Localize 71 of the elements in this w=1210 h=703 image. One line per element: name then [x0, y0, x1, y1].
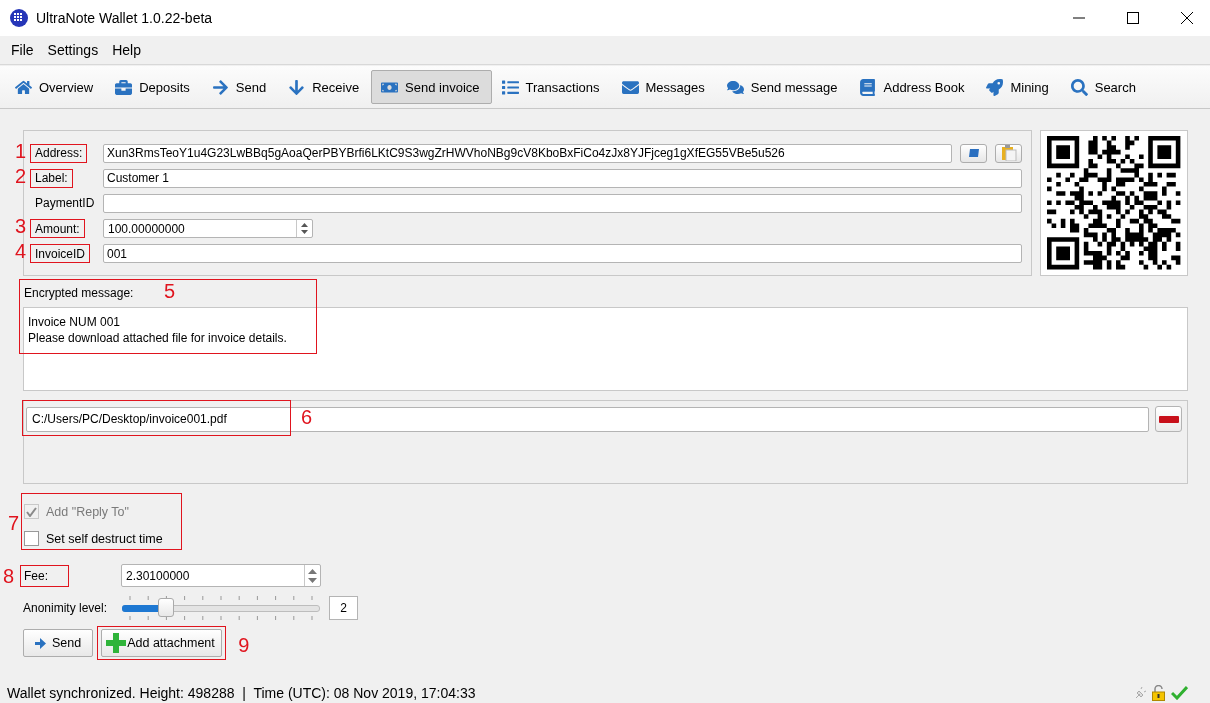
- remove-attachment-button[interactable]: [1155, 406, 1182, 432]
- toolbar-tab[interactable]: Address Book: [849, 70, 977, 104]
- fee-spinbox[interactable]: 2.30100000: [121, 564, 321, 587]
- annotation-number: 1: [15, 140, 27, 161]
- annotated-field-label: Address:: [30, 143, 88, 163]
- checkbox-label: Add "Reply To": [46, 504, 129, 519]
- annotation-number: 4: [15, 241, 27, 262]
- annotation-number: 5: [164, 281, 176, 301]
- anonymity-value: 2: [329, 596, 358, 620]
- spin-arrows-icon: [301, 223, 308, 235]
- toolbar-tab[interactable]: Send message: [716, 70, 850, 104]
- rocket-icon: [986, 78, 1004, 96]
- annotation-number: 8: [3, 565, 15, 586]
- spin-arrows-icon: [308, 568, 317, 583]
- minus-icon: [1158, 415, 1179, 423]
- annotation-number: 7: [8, 513, 20, 533]
- plus-icon: [106, 633, 127, 653]
- fee-label: Fee:: [20, 564, 69, 587]
- toolbar-tab[interactable]: Messages: [611, 70, 717, 104]
- briefcase-icon: [115, 78, 133, 96]
- annotation-number: 2: [15, 165, 27, 186]
- toolbar-tab[interactable]: Search: [1060, 70, 1148, 104]
- address-field[interactable]: Xun3RmsTeoY1u4G23LwBBq5gAoaQerPBYBrfi6LKtC9S3wgZrHWVhoNBg9cV8KboBxFiCo4zJx8YJFjceg1gXfEG55VBe5u526: [103, 143, 952, 163]
- message-field[interactable]: Invoice NUM 001 Please download attached file for invoice details.: [23, 307, 1188, 391]
- envelope-icon: [621, 78, 639, 96]
- search-icon: [1070, 78, 1088, 96]
- list-icon: [501, 78, 519, 96]
- arrow-down-icon: [288, 78, 306, 96]
- arrow-right-icon: [35, 637, 46, 649]
- annotation-number: 9: [238, 635, 250, 655]
- home-icon: [15, 78, 32, 96]
- menu-item[interactable]: File: [4, 42, 41, 58]
- annotated-field-label: InvoiceID: [30, 244, 91, 264]
- clipboard-icon: [1000, 145, 1017, 162]
- message-label: Encrypted message:: [24, 286, 134, 300]
- checkbox[interactable]: [24, 531, 39, 546]
- amount-spinbox[interactable]: 100.00000000: [103, 219, 313, 239]
- field-label: PaymentID: [34, 195, 96, 213]
- text-field[interactable]: [103, 194, 1022, 213]
- chat-bubbles-icon: [726, 78, 744, 96]
- menu-item[interactable]: Settings: [40, 42, 106, 58]
- close-icon[interactable]: [1181, 12, 1193, 24]
- paste-button[interactable]: [995, 143, 1022, 163]
- arrow-right-icon: [211, 78, 229, 96]
- toolbar-tab[interactable]: Mining: [976, 70, 1061, 104]
- toolbar-tab[interactable]: Transactions: [491, 70, 612, 104]
- toolbar-tab[interactable]: Receive: [278, 70, 372, 104]
- toolbar-tab[interactable]: Deposits: [105, 70, 202, 104]
- slider-thumb[interactable]: [158, 598, 175, 617]
- padlock-icon: [1152, 685, 1165, 701]
- menu-item[interactable]: Help: [105, 42, 148, 58]
- checkbox-label: Set self destruct time: [46, 531, 163, 546]
- toolbar-tab[interactable]: Send: [201, 70, 279, 104]
- window-title: UltraNote Wallet 1.0.22-beta: [36, 10, 214, 26]
- annotation-number: 3: [15, 216, 27, 237]
- send-button[interactable]: Send: [23, 629, 94, 657]
- text-field[interactable]: Customer 1: [103, 168, 1022, 188]
- checkmark-icon: [1171, 686, 1188, 700]
- text-field[interactable]: 001: [103, 244, 1022, 264]
- annotated-field-label: Label:: [30, 168, 73, 188]
- annotation-number: 6: [301, 407, 313, 427]
- add-attachment-button[interactable]: Add attachment: [101, 629, 222, 657]
- toolbar-tab[interactable]: Send invoice: [371, 70, 492, 104]
- anonymity-label: Anonimity level:: [23, 601, 109, 615]
- status-text: Wallet synchronized. Height: 498288 | Time (UTC): 08 Nov 2019, 17:04:33: [7, 685, 477, 701]
- annotated-field-label: Amount:: [30, 219, 85, 239]
- app-logo-icon: [10, 9, 28, 27]
- address-book-button[interactable]: [960, 143, 987, 163]
- anonymity-slider[interactable]: [122, 596, 320, 620]
- toolbar-tab[interactable]: Overview: [5, 70, 106, 104]
- maximize-icon[interactable]: [1127, 12, 1139, 24]
